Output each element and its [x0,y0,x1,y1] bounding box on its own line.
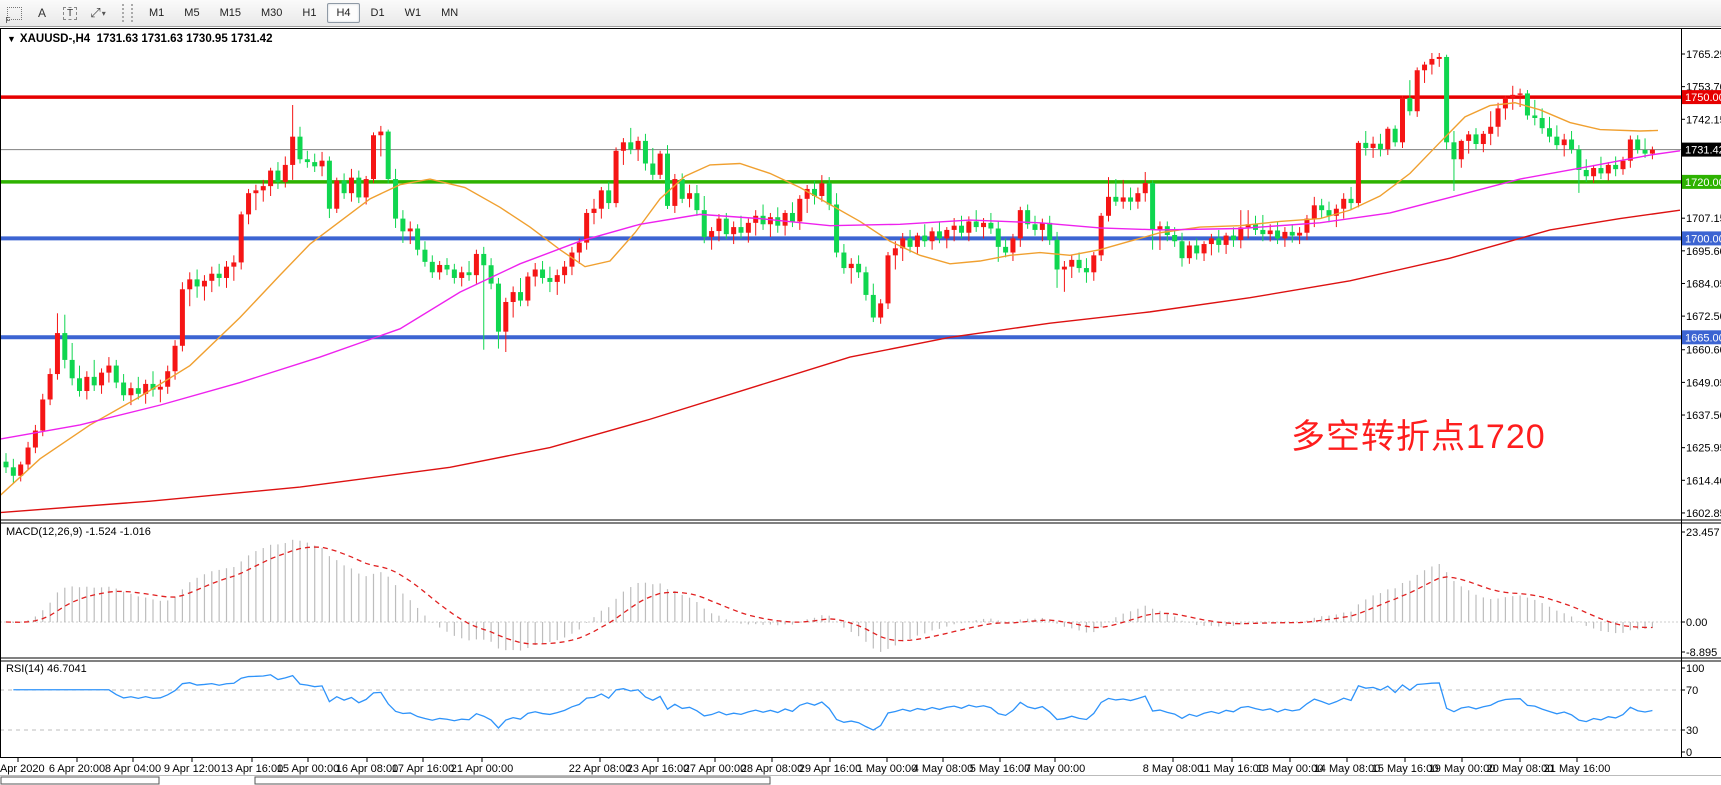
chart-annotation-text[interactable]: 多空转折点1720 [1291,409,1546,458]
price-axis-label: 1614.40 [1686,475,1721,487]
time-axis-label: 15 Apr 00:00 [277,763,339,775]
time-axis-label: 7 May 00:00 [1025,763,1086,775]
time-axis-label: 21 May 16:00 [1544,763,1611,775]
time-axis-label: 6 Apr 20:00 [49,763,105,775]
price-axis-label: 1695.60 [1686,246,1721,258]
time-axis-label: 29 Apr 16:00 [799,763,861,775]
price-axis-label: 1637.50 [1686,410,1721,422]
time-axis-label: 1 May 00:00 [857,763,918,775]
time-axis-label: 14 May 08:00 [1314,763,1381,775]
time-axis-label: 5 May 16:00 [970,763,1031,775]
symbol-timeframe-label: XAUUSD-,H4 [20,33,90,45]
time-axis-label: 16 Apr 08:00 [336,763,398,775]
quote-ohlc-values: 1731.63 1731.63 1730.95 1731.42 [97,33,273,45]
symbol-dropdown-icon[interactable]: ▼ [7,34,16,44]
time-axis-label: 28 Apr 08:00 [741,763,803,775]
scrollbar-thumb [255,777,770,784]
rsi-axis-label: 70 [1686,685,1698,697]
price-axis-label: 1649.05 [1686,377,1721,389]
chart-title: ▼ XAUUSD-,H4 1731.63 1731.63 1730.95 1731… [7,33,272,45]
rsi-axis-label: 100 [1686,663,1704,675]
macd-axis-label: 23.457 [1686,527,1720,539]
price-axis-label: 1625.95 [1686,443,1721,455]
price-axis-label: 1765.25 [1686,49,1721,61]
time-axis-label: 8 Apr 04:00 [105,763,161,775]
time-axis-label: 22 Apr 08:00 [569,763,631,775]
time-axis-label: 23 Apr 16:00 [627,763,689,775]
macd-indicator-label: MACD(12,26,9) -1.524 -1.016 [6,526,151,538]
time-axis-label: 9 Apr 12:00 [164,763,220,775]
price-axis-label: 1742.15 [1686,114,1721,126]
time-axis-label: 11 May 16:00 [1199,763,1265,775]
chart-canvas[interactable]: 1765.251753.701742.151707.151695.601684.… [0,0,1721,785]
level-1720.00-badge-label: 1720.00 [1685,177,1721,189]
current-price-badge-label: 1731.42 [1685,145,1721,157]
level-1665.00-badge-label: 1665.00 [1685,332,1721,344]
time-axis-label: 21 Apr 00:00 [451,763,513,775]
time-axis-label: 8 May 08:00 [1143,763,1204,775]
time-axis-label: 3 Apr 2020 [0,763,45,775]
rsi-value: 46.7041 [47,663,87,675]
price-axis-label: 1672.50 [1686,311,1721,323]
macd-axis-label: 0.00 [1686,617,1707,629]
level-1750.00-badge-label: 1750.00 [1685,92,1721,104]
macd-values: -1.524 -1.016 [85,526,150,538]
price-axis-label: 1707.15 [1686,213,1721,225]
price-axis-label: 1602.85 [1686,508,1721,520]
time-axis-label: 4 May 08:00 [913,763,974,775]
rsi-indicator-label: RSI(14) 46.7041 [6,663,87,675]
price-axis-label: 1684.05 [1686,278,1721,290]
rsi-axis-label: 0 [1686,747,1692,759]
time-axis-label: 17 Apr 16:00 [392,763,454,775]
scrollbar-segment [1,777,159,784]
rsi-axis-label: 30 [1686,725,1698,737]
time-axis-label: 27 Apr 00:00 [684,763,746,775]
price-axis-label: 1660.60 [1686,345,1721,357]
level-1700.00-badge-label: 1700.00 [1685,233,1721,245]
time-axis-label: 19 May 00:00 [1429,763,1496,775]
time-axis-label: 13 Apr 16:00 [221,763,283,775]
macd-axis-label: -8.895 [1686,647,1717,659]
